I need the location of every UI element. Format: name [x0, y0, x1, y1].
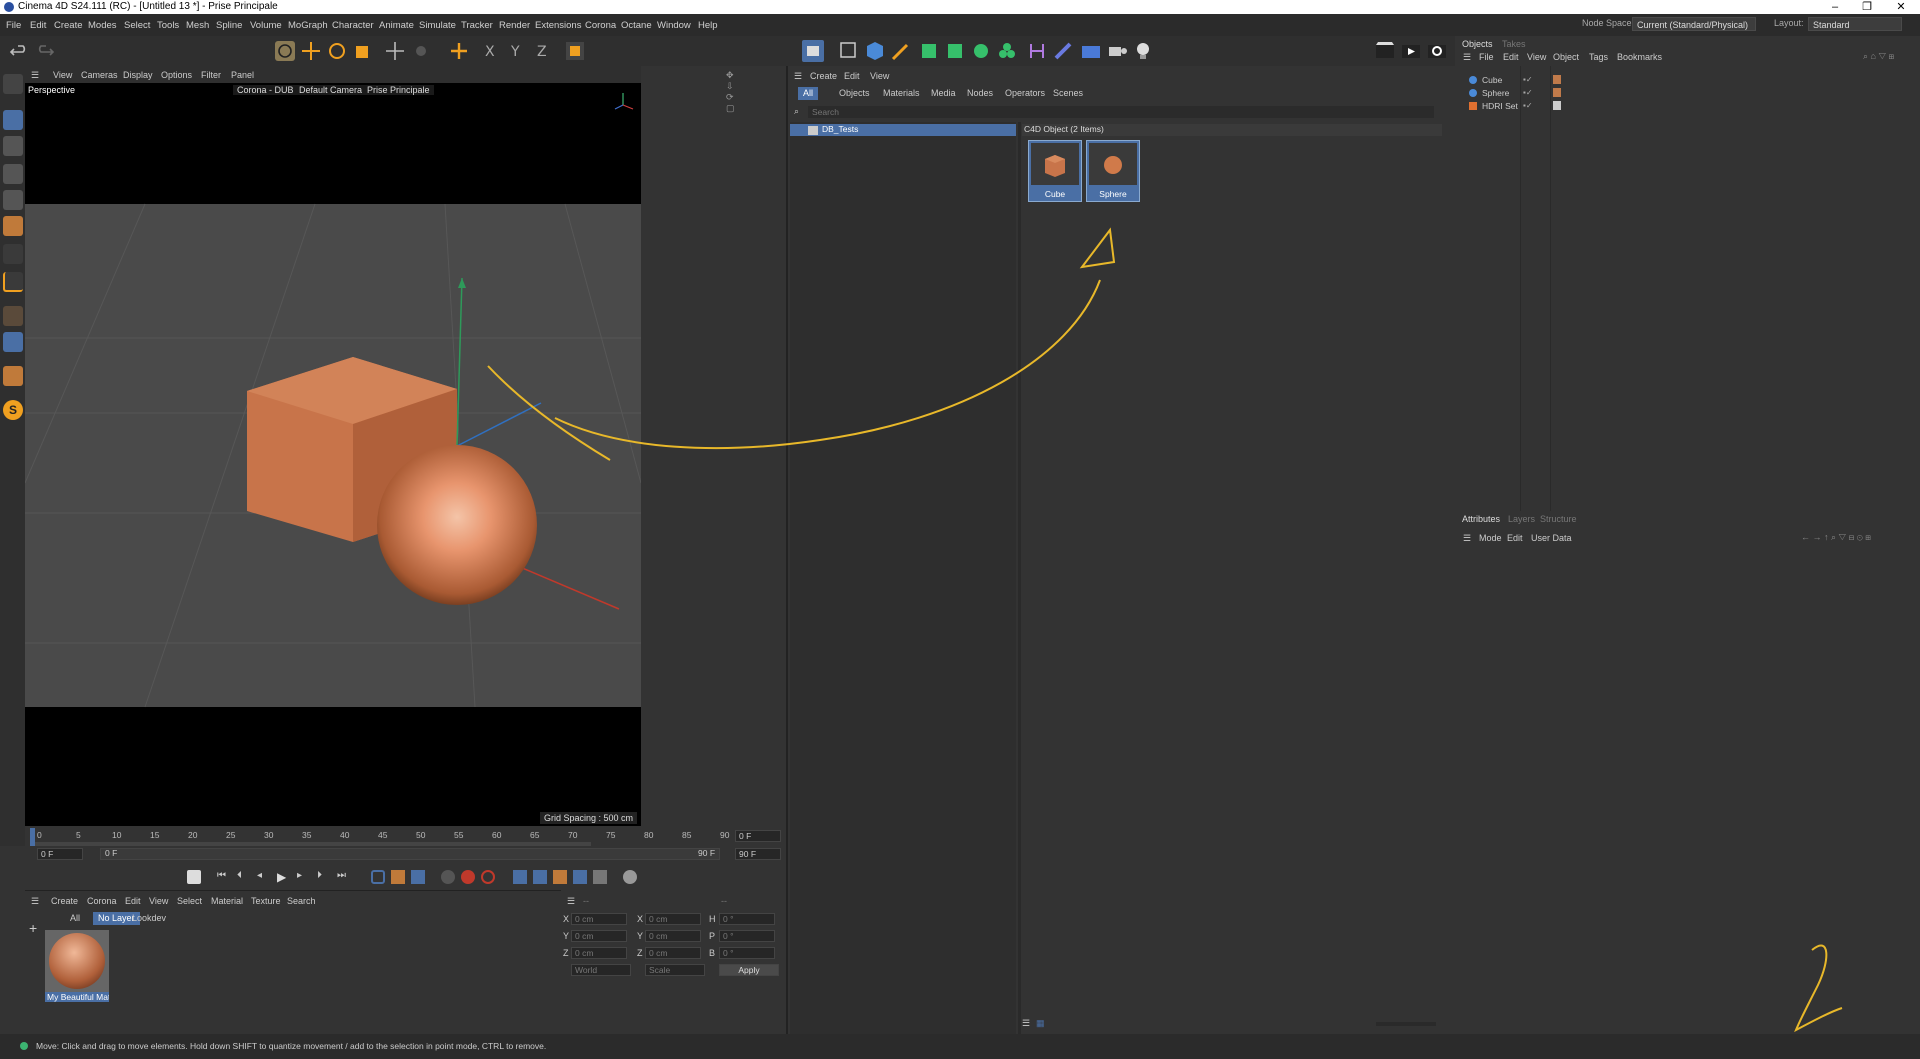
annotation-arrow-curve — [554, 279, 1101, 450]
annotation-stroke — [487, 365, 611, 461]
annotation-overlay — [487, 227, 1843, 1033]
annotation-number-two — [1794, 944, 1843, 1033]
annotation-arrow-head — [1079, 227, 1116, 269]
status-indicator-icon — [20, 1042, 28, 1050]
status-bar: Move: Click and drag to move elements. H… — [0, 1034, 1920, 1059]
status-text: Move: Click and drag to move elements. H… — [36, 1041, 547, 1051]
